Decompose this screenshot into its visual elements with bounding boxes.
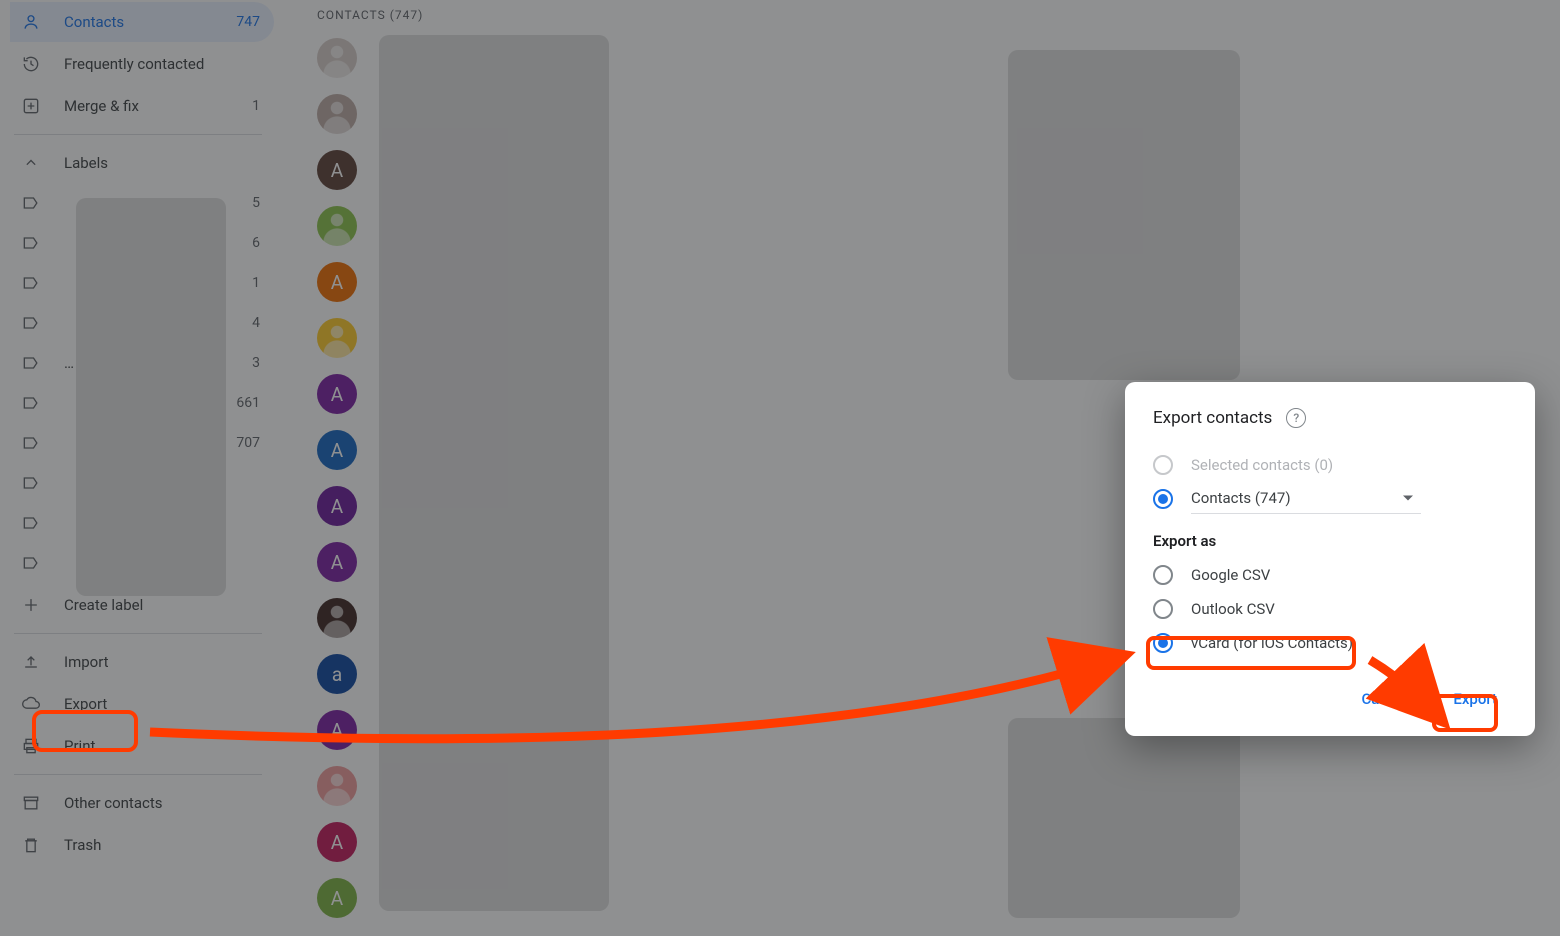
radio-icon	[1153, 599, 1173, 619]
radio-selected-contacts: Selected contacts (0)	[1153, 448, 1507, 482]
radio-icon	[1153, 565, 1173, 585]
radio-label: vCard (for iOS Contacts)	[1191, 634, 1353, 652]
dropdown-value: Contacts (747)	[1191, 489, 1291, 507]
radio-all-contacts[interactable]: Contacts (747)	[1153, 482, 1507, 516]
help-icon[interactable]: ?	[1286, 408, 1306, 428]
dialog-title-row: Export contacts ?	[1153, 408, 1507, 428]
radio-vcard[interactable]: vCard (for iOS Contacts)	[1153, 626, 1507, 660]
cancel-button[interactable]: Cancel	[1351, 682, 1417, 716]
radio-outlook-csv[interactable]: Outlook CSV	[1153, 592, 1507, 626]
export-contacts-dialog: Export contacts ? Selected contacts (0) …	[1125, 382, 1535, 736]
radio-icon	[1153, 455, 1173, 475]
dialog-title: Export contacts	[1153, 408, 1272, 428]
contacts-source-dropdown[interactable]: Contacts (747)	[1191, 485, 1421, 514]
dialog-actions: Cancel Export	[1153, 682, 1507, 716]
chevron-down-icon	[1397, 491, 1419, 505]
radio-icon	[1153, 633, 1173, 653]
radio-icon	[1153, 489, 1173, 509]
radio-label: Selected contacts (0)	[1191, 456, 1333, 474]
export-as-heading: Export as	[1153, 532, 1507, 550]
radio-label: Outlook CSV	[1191, 600, 1275, 618]
radio-label: Google CSV	[1191, 566, 1270, 584]
export-button[interactable]: Export	[1443, 682, 1507, 716]
radio-google-csv[interactable]: Google CSV	[1153, 558, 1507, 592]
